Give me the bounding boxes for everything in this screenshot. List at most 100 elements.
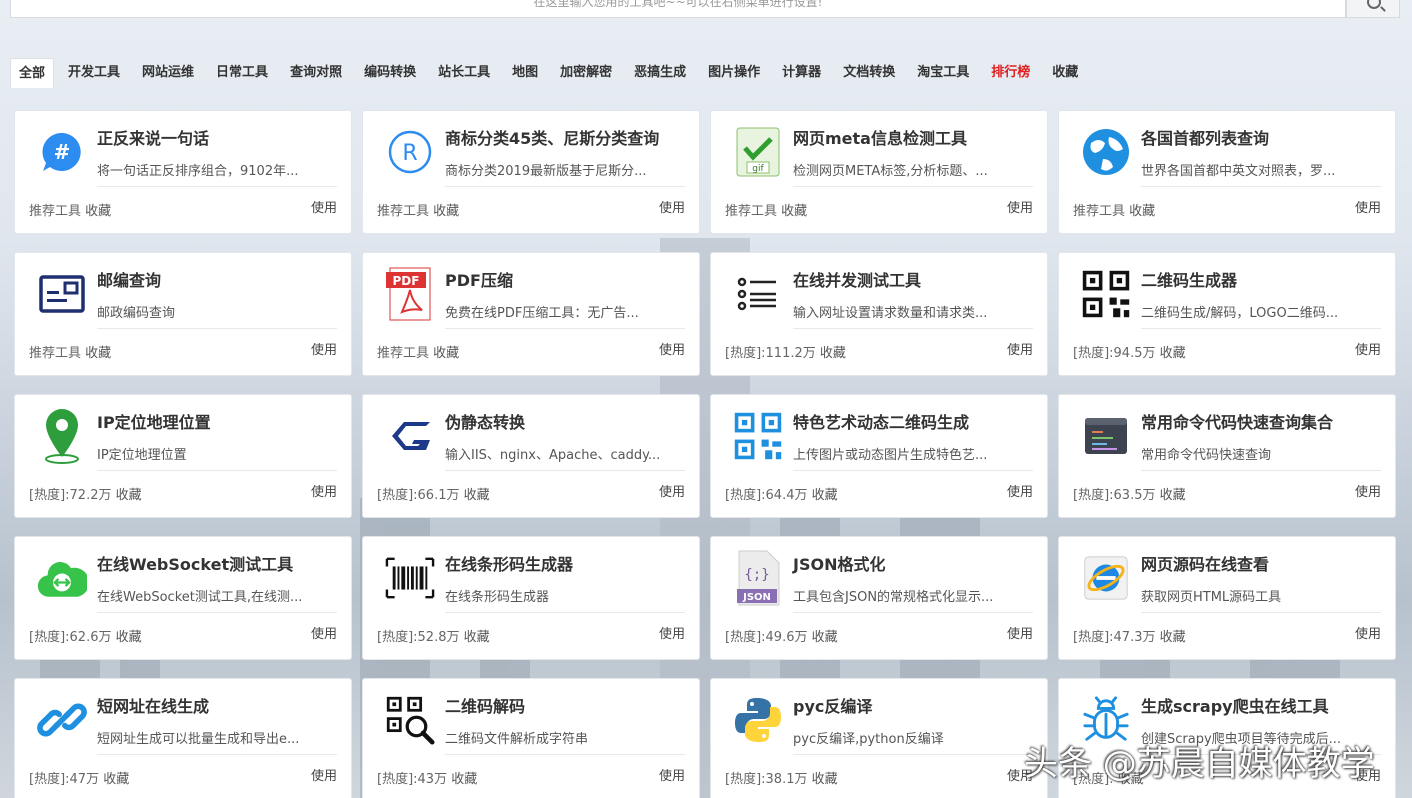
qrcode-icon (1081, 269, 1131, 319)
pdf-icon: PDF (385, 267, 435, 321)
tool-card[interactable]: 二维码生成器 二维码生成/解码，LOGO二维码... [热度]:94.5万 收藏… (1058, 252, 1396, 376)
tab-favorites[interactable]: 收藏 (1044, 58, 1086, 88)
tool-card[interactable]: 常用命令代码快速查询集合 常用命令代码快速查询 [热度]:63.5万 收藏 使用 (1058, 394, 1396, 518)
tool-meta-label: [热度]:38.1万 (725, 772, 808, 787)
favorite-link[interactable]: 收藏 (464, 630, 490, 645)
use-button[interactable]: 使用 (1007, 481, 1033, 500)
use-button[interactable]: 使用 (1355, 197, 1381, 216)
favorite-link[interactable]: 收藏 (820, 346, 846, 361)
tool-card[interactable]: 特色艺术动态二维码生成 上传图片或动态图片生成特色艺... [热度]:64.4万… (710, 394, 1048, 518)
tool-title: 网页meta信息检测工具 (793, 129, 967, 148)
tool-meta-label: 推荐工具 (377, 346, 430, 361)
favorite-link[interactable]: 收藏 (451, 772, 477, 787)
tool-meta-label: [热度]:47万 (29, 772, 100, 787)
tool-card[interactable]: R 商标分类45类、尼斯分类查询 商标分类2019最新版基于尼斯分... 推荐工… (362, 110, 700, 234)
code-window-icon (1081, 411, 1131, 461)
svg-text:JSON: JSON (742, 592, 771, 603)
tool-card[interactable]: {;} JSON JSON格式化 工具包含JSON的常规格式化显示... [热度]… (710, 536, 1048, 660)
divider (1141, 328, 1381, 329)
use-button[interactable]: 使用 (311, 765, 337, 784)
tool-card[interactable]: 伪静态转换 输入IIS、nginx、Apache、caddy... [热度]:6… (362, 394, 700, 518)
use-button[interactable]: 使用 (659, 623, 685, 642)
tab-prank[interactable]: 恶搞生成 (626, 58, 694, 88)
tool-card[interactable]: 二维码解码 二维码文件解析成字符串 [热度]:43万 收藏 使用 (362, 678, 700, 798)
use-button[interactable]: 使用 (1007, 623, 1033, 642)
use-button[interactable]: 使用 (1007, 339, 1033, 358)
use-button[interactable]: 使用 (311, 197, 337, 216)
tool-card[interactable]: 邮编查询 邮政编码查询 推荐工具 收藏 使用 (14, 252, 352, 376)
tool-card[interactable]: 网页源码在线查看 获取网页HTML源码工具 [热度]:47.3万 收藏 使用 (1058, 536, 1396, 660)
favorite-link[interactable]: 收藏 (433, 204, 459, 219)
tool-card[interactable]: # 正反来说一句话 将一句话正反排序组合，9102年... 推荐工具 收藏 使用 (14, 110, 352, 234)
favorite-link[interactable]: 收藏 (85, 346, 111, 361)
use-button[interactable]: 使用 (1355, 481, 1381, 500)
tab-doc-convert[interactable]: 文档转换 (835, 58, 903, 88)
tool-title: 在线并发测试工具 (793, 271, 922, 290)
favorite-link[interactable]: 收藏 (433, 346, 459, 361)
tab-taobao[interactable]: 淘宝工具 (909, 58, 977, 88)
tab-crypto[interactable]: 加密解密 (552, 58, 620, 88)
favorite-link[interactable]: 收藏 (1129, 204, 1155, 219)
use-button[interactable]: 使用 (311, 481, 337, 500)
tab-calculator[interactable]: 计算器 (774, 58, 829, 88)
barcode-icon (385, 553, 435, 603)
tool-meta: 推荐工具 收藏 (377, 200, 459, 219)
tool-card[interactable]: 在线条形码生成器 在线条形码生成器 [热度]:52.8万 收藏 使用 (362, 536, 700, 660)
tool-meta: [热度]:64.4万 收藏 (725, 484, 838, 503)
favorite-link[interactable]: 收藏 (464, 488, 490, 503)
search-input[interactable]: 在这里输入您用的工具吧~~可以在右侧菜单进行设置! (10, 0, 1346, 18)
use-button[interactable]: 使用 (659, 481, 685, 500)
divider (1141, 186, 1381, 187)
favorite-link[interactable]: 收藏 (1160, 488, 1186, 503)
favorite-link[interactable]: 收藏 (812, 488, 838, 503)
use-button[interactable]: 使用 (1355, 623, 1381, 642)
tool-card[interactable]: gif 网页meta信息检测工具 检测网页META标签,分析标题、... 推荐工… (710, 110, 1048, 234)
tab-ranking[interactable]: 排行榜 (983, 58, 1038, 88)
tool-meta-label: 推荐工具 (29, 204, 82, 219)
favorite-link[interactable]: 收藏 (103, 772, 129, 787)
use-button[interactable]: 使用 (311, 623, 337, 642)
favorite-link[interactable]: 收藏 (85, 204, 111, 219)
tool-meta: [热度]:47万 收藏 (29, 768, 129, 787)
divider (97, 186, 337, 187)
tool-card[interactable]: 在线并发测试工具 输入网址设置请求数量和请求类... [热度]:111.2万 收… (710, 252, 1048, 376)
use-button[interactable]: 使用 (659, 197, 685, 216)
hash-bubble-icon: # (37, 127, 87, 177)
svg-text:#: # (54, 140, 71, 164)
link-icon (37, 695, 87, 745)
tab-encoding[interactable]: 编码转换 (356, 58, 424, 88)
tab-image[interactable]: 图片操作 (700, 58, 768, 88)
use-button[interactable]: 使用 (659, 339, 685, 358)
favorite-link[interactable]: 收藏 (1160, 346, 1186, 361)
favorite-link[interactable]: 收藏 (116, 488, 142, 503)
tool-card[interactable]: 各国首都列表查询 世界各国首都中英文对照表，罗... 推荐工具 收藏 使用 (1058, 110, 1396, 234)
tab-all[interactable]: 全部 (10, 58, 55, 88)
use-button[interactable]: 使用 (1355, 339, 1381, 358)
tool-meta: [热度]:72.2万 收藏 (29, 484, 142, 503)
tool-card[interactable]: 短网址在线生成 短网址生成可以批量生成和导出e... [热度]:47万 收藏 使… (14, 678, 352, 798)
favorite-link[interactable]: 收藏 (1160, 630, 1186, 645)
favorite-link[interactable]: 收藏 (812, 630, 838, 645)
tool-title: 在线WebSocket测试工具 (97, 555, 294, 574)
tool-card[interactable]: 在线WebSocket测试工具 在线WebSocket测试工具,在线测... [… (14, 536, 352, 660)
tool-title: 常用命令代码快速查询集合 (1141, 413, 1334, 432)
favorite-link[interactable]: 收藏 (116, 630, 142, 645)
tab-daily-tools[interactable]: 日常工具 (208, 58, 276, 88)
use-button[interactable]: 使用 (1007, 197, 1033, 216)
tool-card[interactable]: IP定位地理位置 IP定位地理位置 [热度]:72.2万 收藏 使用 (14, 394, 352, 518)
tool-card[interactable]: pyc反编译 pyc反编译,python反编译 [热度]:38.1万 收藏 使用 (710, 678, 1048, 798)
favorite-link[interactable]: 收藏 (781, 204, 807, 219)
tab-site-ops[interactable]: 网站运维 (134, 58, 202, 88)
search-button[interactable] (1346, 0, 1400, 18)
tab-dev-tools[interactable]: 开发工具 (60, 58, 128, 88)
svg-text:R: R (402, 141, 417, 166)
tab-map[interactable]: 地图 (504, 58, 546, 88)
favorite-link[interactable]: 收藏 (812, 772, 838, 787)
use-button[interactable]: 使用 (311, 339, 337, 358)
use-button[interactable]: 使用 (659, 765, 685, 784)
tab-webmaster[interactable]: 站长工具 (430, 58, 498, 88)
tool-desc: 获取网页HTML源码工具 (1141, 590, 1282, 605)
cloud-plug-icon (37, 553, 87, 603)
tool-card[interactable]: PDF PDF压缩 免费在线PDF压缩工具：无广告... 推荐工具 收藏 使用 (362, 252, 700, 376)
tab-lookup[interactable]: 查询对照 (282, 58, 350, 88)
